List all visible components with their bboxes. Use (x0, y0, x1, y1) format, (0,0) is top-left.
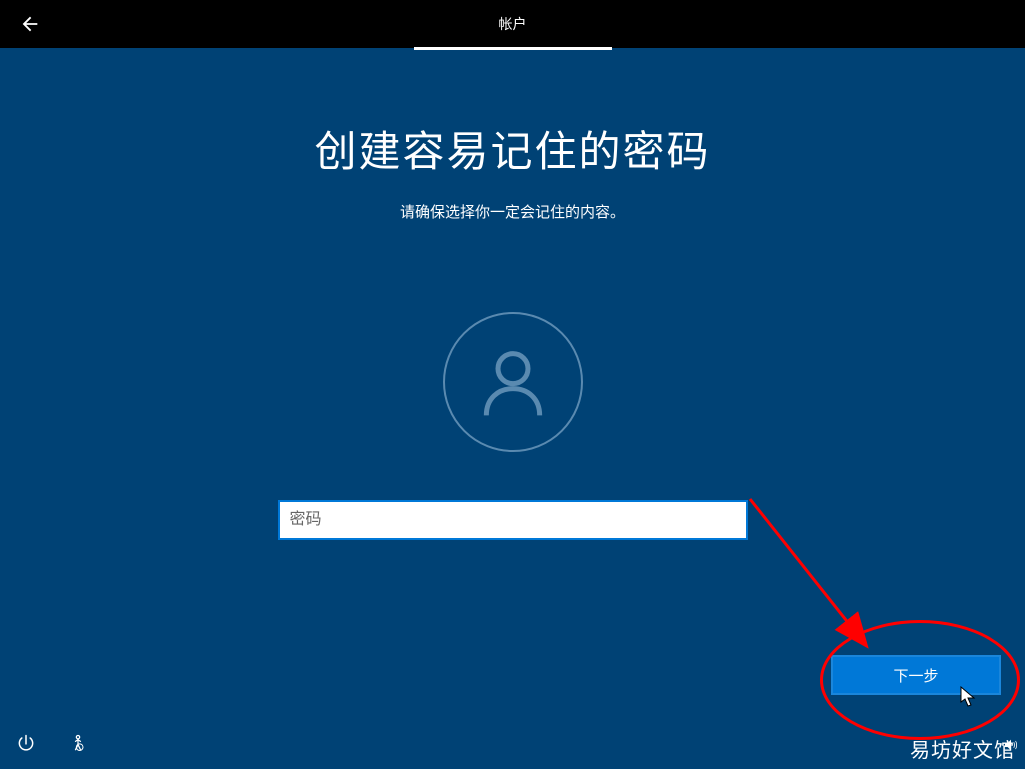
bottom-icons (14, 731, 90, 755)
power-button[interactable] (14, 731, 38, 755)
power-icon (16, 733, 36, 753)
page-title: 创建容易记住的密码 (314, 118, 710, 179)
top-bar: 帐户 (0, 0, 1025, 48)
accessibility-button[interactable] (66, 731, 90, 755)
arrow-left-icon (19, 13, 41, 35)
person-icon (473, 342, 553, 422)
next-button[interactable]: 下一步 (831, 655, 1001, 695)
accessibility-icon (68, 733, 88, 753)
user-avatar (443, 312, 583, 452)
page-subtitle: 请确保选择你一定会记住的内容。 (400, 201, 625, 222)
accounts-tab[interactable]: 帐户 (414, 2, 612, 50)
back-button[interactable] (18, 12, 42, 36)
tab-area: 帐户 (414, 0, 612, 48)
content-area: 创建容易记住的密码 请确保选择你一定会记住的内容。 (0, 48, 1025, 540)
volume-icon (1003, 737, 1019, 753)
password-input[interactable] (278, 500, 748, 540)
watermark-text: 易坊好文馆 (910, 734, 1015, 763)
